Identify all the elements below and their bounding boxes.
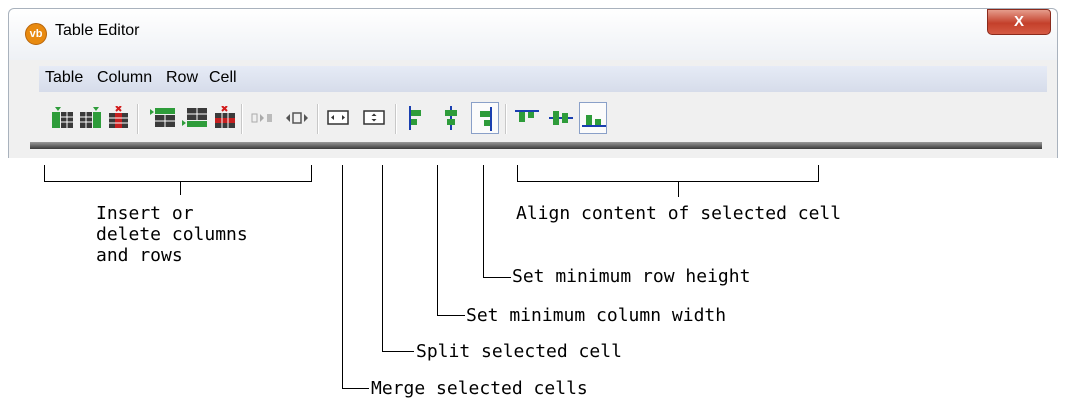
menu-column[interactable]: Column (97, 69, 152, 87)
bracket-stem (180, 181, 181, 195)
leader-line (382, 165, 383, 352)
title-bar[interactable]: vb Table Editor X (8, 8, 1058, 60)
delete-column-icon (109, 106, 128, 128)
leader-line (342, 165, 343, 389)
insert-column-left-icon (52, 107, 73, 128)
window-title: Table Editor (55, 22, 140, 39)
leader-line (437, 165, 438, 316)
bracket-left-tick (44, 165, 45, 182)
menu-cell[interactable]: Cell (209, 69, 237, 87)
align-bottom-icon (582, 115, 606, 127)
align-right-button[interactable] (471, 102, 499, 134)
min-row-height-icon (363, 110, 385, 125)
leader-line (342, 388, 369, 389)
leader-line (437, 315, 465, 316)
leader-line (483, 165, 484, 278)
bracket-stem (678, 181, 679, 197)
window-bottom-edge (30, 142, 1042, 149)
split-cell-icon (286, 112, 308, 124)
menu-bar: Table Column Row Cell (39, 66, 1047, 92)
min-column-width-icon (327, 110, 349, 125)
app-logo-icon: vb (25, 23, 47, 45)
toolbar (39, 96, 1047, 142)
insert-row-below-icon (182, 108, 207, 127)
align-right-icon (480, 107, 492, 131)
align-middle-icon (549, 111, 573, 125)
bracket-align (517, 181, 819, 182)
toolbar-separator (137, 104, 139, 134)
toolbar-separator (505, 104, 507, 134)
toolbar-separator (395, 104, 397, 134)
align-center-icon (445, 106, 457, 130)
insert-column-right-button[interactable] (77, 102, 105, 134)
table-editor-window: vb Table Editor X Table Column Row Cell (8, 8, 1058, 158)
align-center-button[interactable] (437, 102, 465, 134)
split-label: Split selected cell (416, 341, 622, 362)
bracket-insert-delete (44, 181, 312, 182)
align-left-button[interactable] (403, 102, 431, 134)
bracket-left-tick (517, 165, 518, 182)
bracket-right-tick (818, 165, 819, 182)
insert-delete-label: Insert or delete columns and rows (96, 203, 248, 266)
delete-column-button[interactable] (105, 102, 133, 134)
close-button[interactable]: X (987, 9, 1051, 35)
merge-cells-icon (251, 113, 272, 123)
leader-line (382, 351, 414, 352)
min-row-height-label: Set minimum row height (512, 266, 751, 287)
align-label: Align content of selected cell (516, 203, 842, 224)
min-column-width-button[interactable] (325, 102, 353, 134)
min-row-height-button[interactable] (361, 102, 389, 134)
align-top-button[interactable] (513, 102, 541, 134)
merge-cells-button[interactable] (249, 102, 277, 134)
min-column-width-label: Set minimum column width (466, 305, 727, 326)
split-cell-button[interactable] (283, 102, 311, 134)
insert-column-left-button[interactable] (49, 102, 77, 134)
menu-row[interactable]: Row (166, 69, 198, 87)
bracket-right-tick (311, 165, 312, 182)
close-icon: X (1013, 13, 1024, 30)
menu-table[interactable]: Table (45, 69, 83, 87)
leader-line (483, 277, 511, 278)
insert-row-below-button[interactable] (179, 102, 207, 134)
insert-row-above-button[interactable] (147, 102, 175, 134)
insert-column-right-icon (80, 107, 101, 128)
align-middle-button[interactable] (547, 102, 575, 134)
align-top-icon (515, 110, 539, 122)
align-left-icon (409, 106, 421, 130)
delete-row-button[interactable] (211, 102, 239, 134)
insert-row-above-icon (150, 108, 175, 127)
align-bottom-button[interactable] (579, 102, 607, 134)
toolbar-separator (317, 104, 319, 134)
delete-row-icon (215, 106, 235, 128)
toolbar-separator (241, 104, 243, 134)
merge-label: Merge selected cells (371, 378, 588, 399)
